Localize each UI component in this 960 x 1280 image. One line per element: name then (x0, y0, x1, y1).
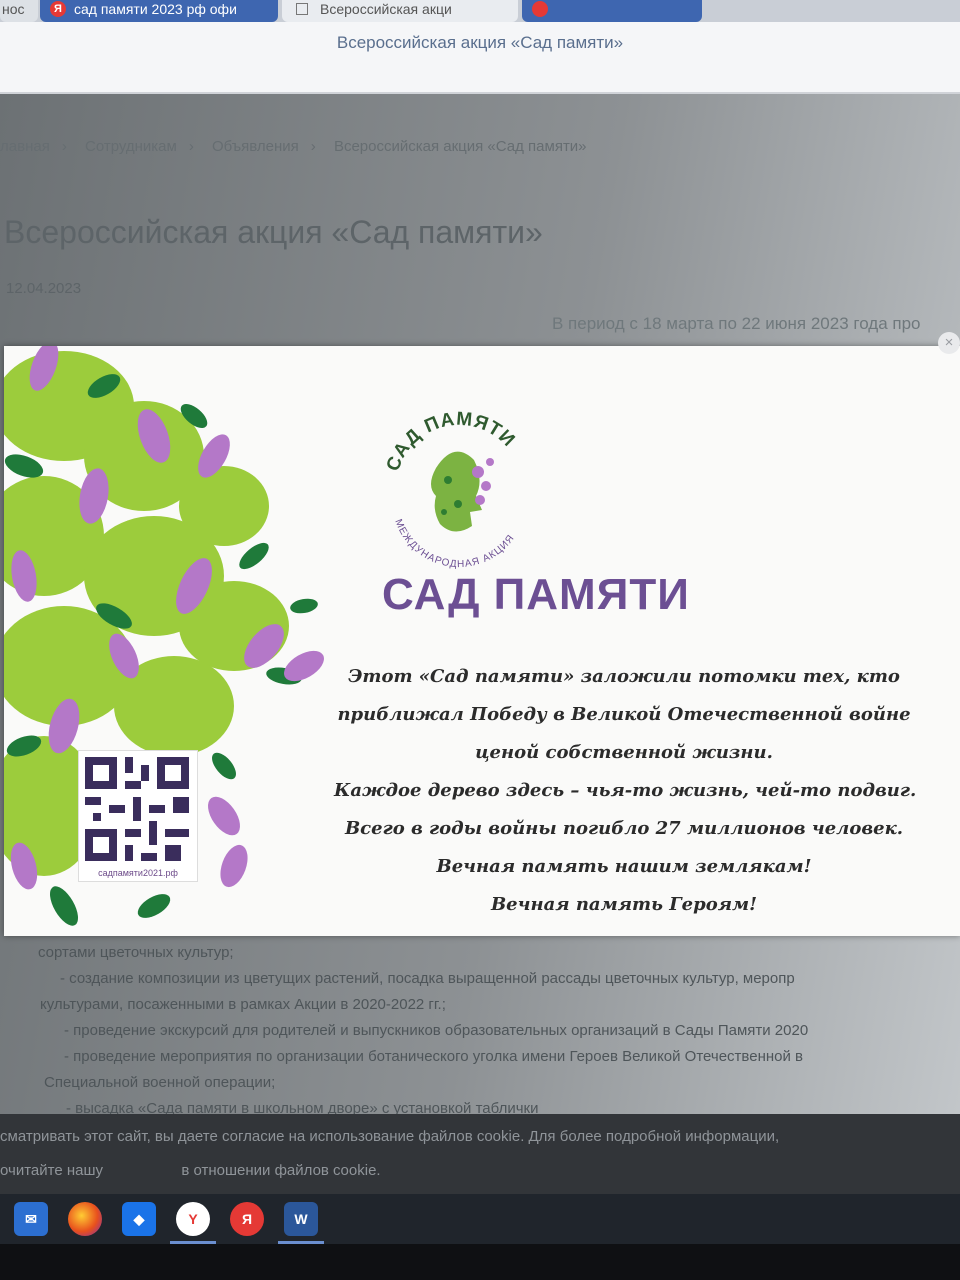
body-line: - проведение экскурсий для родителей и в… (64, 1022, 809, 1039)
body-line: культурами, посаженными в рамках Акции в… (40, 996, 446, 1013)
browser-tab[interactable]: нос (0, 0, 38, 22)
banner-heading: САД ПАМЯТИ (382, 570, 690, 619)
yandex-icon[interactable]: Я (230, 1202, 264, 1236)
yandex-browser-icon[interactable]: Y (170, 1202, 216, 1244)
body-line: - проведение мероприятия по организации … (64, 1048, 803, 1065)
article-body: сортами цветочных культур; - создание ко… (0, 940, 960, 1122)
close-popup-button[interactable]: × (938, 332, 960, 354)
firefox-icon[interactable] (68, 1202, 102, 1236)
body-line: Специальной военной операции; (44, 1074, 276, 1091)
poem-line: Этот «Сад памяти» заложили потомки тех, … (348, 666, 900, 687)
breadcrumb-employees[interactable]: Сотрудникам (85, 138, 177, 155)
qr-code-pattern (85, 757, 189, 861)
body-line: сортами цветочных культур; (38, 944, 234, 961)
browser-tab[interactable] (522, 0, 702, 22)
sad-pamyati-logo: САД ПАМЯТИ МЕЖДУНАРОДНАЯ АКЦИЯ (383, 409, 519, 570)
memorial-text: Этот «Сад памяти» заложили потомки тех, … (334, 658, 917, 924)
cookie-text-end: в отношении файлов cookie. (181, 1162, 381, 1179)
popup-banner: садпамяти2021.рф САД ПАМЯТИ МЕЖДУНАРОДНА… (4, 346, 960, 936)
tab-label: Всероссийская акци (320, 1, 452, 17)
browser-tab-active[interactable]: Всероссийская акци (282, 0, 518, 22)
tab-label: нос (2, 1, 25, 17)
breadcrumb-separator: › (61, 138, 67, 155)
poem-line: Вечная память Героям! (490, 894, 758, 915)
poem-line: Всего в годы войны погибло 27 миллионов … (344, 818, 904, 839)
breadcrumb-home[interactable]: лавная (0, 138, 50, 155)
dropbox-icon[interactable]: ◆ (122, 1202, 156, 1236)
browser-page-title: Всероссийская акция «Сад памяти» (336, 33, 624, 52)
tab-label: сад памяти 2023 рф офи (74, 1, 237, 17)
breadcrumb: лавная › Сотрудникам › Объявления › Всеросс… (0, 138, 599, 155)
poem-line: Вечная память нашим землякам! (436, 856, 812, 877)
breadcrumb-current: Всероссийская акция «Сад памяти» (333, 138, 587, 155)
breadcrumb-announcements[interactable]: Объявления (212, 138, 299, 155)
cookie-text: сматривать этот сайт, вы даете согласие … (0, 1128, 780, 1145)
breadcrumb-separator: › (188, 138, 194, 155)
intro-text: В период с 18 марта по 22 июня 2023 года… (552, 314, 921, 333)
mail-icon[interactable]: ✉ (14, 1202, 48, 1236)
word-icon[interactable]: W (278, 1202, 324, 1244)
page-title: Всероссийская акция «Сад памяти» (4, 214, 543, 250)
cookie-text-start: очитайте нашу (0, 1162, 104, 1179)
browser-tab[interactable]: Ясад памяти 2023 рф офи (40, 0, 278, 22)
address-bar[interactable]: Всероссийская акция «Сад памяти» (0, 22, 960, 94)
publish-date: 12.04.2023 (6, 280, 82, 297)
yandex-favicon-icon: Я (50, 1, 66, 17)
poem-line: приближал Победу в Великой Отечественной… (337, 704, 911, 725)
tab-favicon-icon (532, 1, 548, 17)
cookie-banner: сматривать этот сайт, вы даете согласие … (0, 1114, 960, 1194)
os-taskbar: ✉ ◆ Y Я W (0, 1194, 960, 1244)
monitor-bezel (0, 1244, 960, 1280)
body-line: - создание композиции из цветущих растен… (60, 970, 795, 987)
qr-code[interactable]: садпамяти2021.рф (78, 750, 198, 882)
breadcrumb-separator: › (310, 138, 316, 155)
qr-caption: садпамяти2021.рф (98, 868, 178, 878)
poem-line: ценой собственной жизни. (475, 742, 773, 763)
poem-line: Каждое дерево здесь – чья-то жизнь, чей-… (334, 780, 917, 801)
page-favicon-icon (296, 3, 308, 15)
browser-tab-strip: нос Ясад памяти 2023 рф офи Всероссийска… (0, 0, 960, 22)
cookie-text-2: очитайте нашу в отношении файлов cookie. (0, 1162, 381, 1179)
